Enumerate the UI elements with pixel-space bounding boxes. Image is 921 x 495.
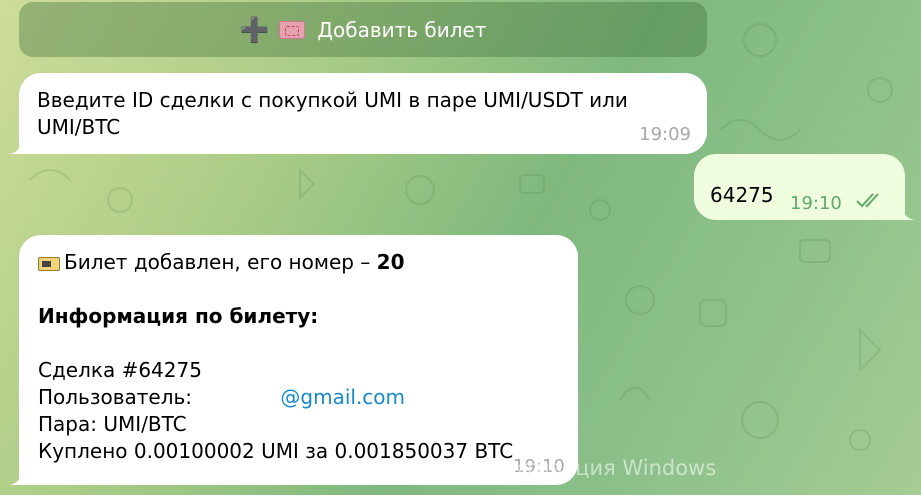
- ticket-info-heading: Информация по билету:: [38, 304, 319, 328]
- add-ticket-button[interactable]: ➕ Добавить билет: [19, 2, 707, 57]
- user-email-link[interactable]: @gmail.com: [280, 385, 405, 409]
- bubble-tail: [9, 140, 21, 154]
- windows-activation-watermark: Активация Windows: [497, 456, 717, 480]
- ticket-added-line: Билет добавлен, его номер – 20: [38, 249, 559, 276]
- bubble-tail: [903, 206, 915, 220]
- message-time: 19:10: [790, 193, 842, 214]
- user-line: Пользователь: @gmail.com: [38, 384, 559, 411]
- ticket-icon: [38, 256, 60, 271]
- message-text-line: UMI/BTC: [37, 115, 121, 139]
- admit-one-ticket-icon: [279, 20, 306, 39]
- redacted-area: [198, 390, 280, 408]
- ticket-number: 20: [376, 250, 405, 274]
- message-text: 64275: [710, 183, 774, 207]
- deal-line: Сделка #64275: [38, 358, 202, 382]
- ticket-added-text: Билет добавлен, его номер –: [64, 250, 377, 274]
- plus-icon: ➕: [239, 15, 270, 44]
- double-check-icon: [856, 193, 879, 208]
- outgoing-message-deal-id[interactable]: 64275 19:10: [694, 154, 905, 220]
- message-time: 19:09: [639, 124, 691, 145]
- user-label: Пользователь:: [38, 385, 199, 409]
- incoming-message-ticket-info[interactable]: Билет добавлен, его номер – 20 Информаци…: [19, 235, 578, 485]
- pair-line: Пара: UMI/BTC: [38, 412, 187, 436]
- bubble-tail: [9, 471, 21, 485]
- message-text-line: Введите ID сделки с покупкой UMI в паре …: [37, 88, 628, 112]
- add-ticket-label: Добавить билет: [317, 17, 487, 42]
- incoming-message-prompt[interactable]: Введите ID сделки с покупкой UMI в паре …: [19, 73, 707, 154]
- bought-line: Куплено 0.00100002 UMI за 0.001850037 BT…: [38, 439, 514, 463]
